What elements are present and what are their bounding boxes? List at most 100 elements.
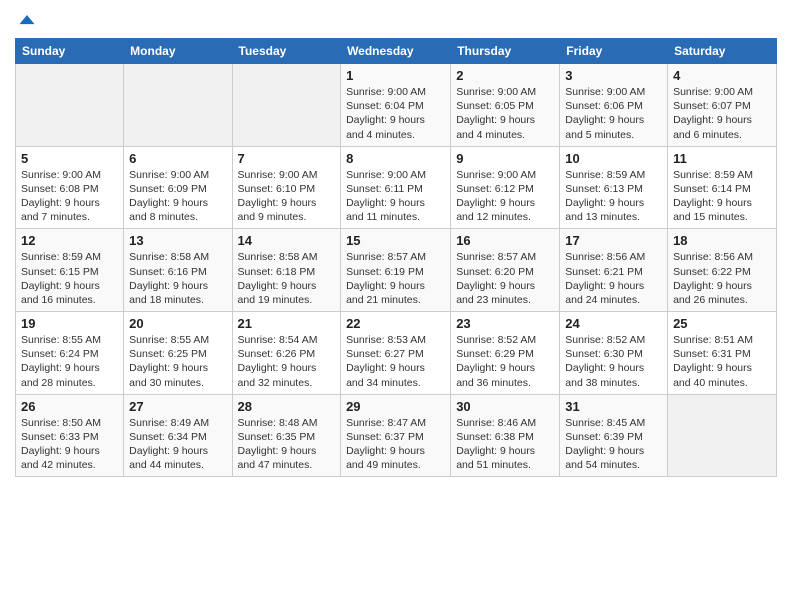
day-number: 28 [238,399,336,414]
calendar-cell: 4 Sunrise: 9:00 AM Sunset: 6:07 PM Daylig… [668,64,777,147]
calendar-cell: 27 Sunrise: 8:49 AM Sunset: 6:34 PM Dayli… [124,394,232,477]
day-number: 14 [238,233,336,248]
day-info: Sunrise: 8:45 AM Sunset: 6:39 PM Dayligh… [565,416,662,473]
calendar-cell [232,64,341,147]
day-info: Sunrise: 9:00 AM Sunset: 6:04 PM Dayligh… [346,85,445,142]
day-info: Sunrise: 8:58 AM Sunset: 6:16 PM Dayligh… [129,250,226,307]
day-number: 19 [21,316,118,331]
day-info: Sunrise: 8:55 AM Sunset: 6:24 PM Dayligh… [21,333,118,390]
day-info: Sunrise: 8:57 AM Sunset: 6:19 PM Dayligh… [346,250,445,307]
calendar-cell: 25 Sunrise: 8:51 AM Sunset: 6:31 PM Dayli… [668,312,777,395]
calendar-cell: 21Sunrise: 8:54 AM Sunset: 6:26 PM Dayli… [232,312,341,395]
page-container: SundayMondayTuesdayWednesdayThursdayFrid… [0,0,792,487]
calendar-cell: 23 Sunrise: 8:52 AM Sunset: 6:29 PM Dayli… [451,312,560,395]
day-number: 12 [21,233,118,248]
day-number: 23 [456,316,554,331]
calendar-cell: 9 Sunrise: 9:00 AM Sunset: 6:12 PM Daylig… [451,146,560,229]
calendar-table: SundayMondayTuesdayWednesdayThursdayFrid… [15,38,777,477]
week-row-3: 12 Sunrise: 8:59 AM Sunset: 6:15 PM Dayli… [16,229,777,312]
day-number: 16 [456,233,554,248]
weekday-header-row: SundayMondayTuesdayWednesdayThursdayFrid… [16,39,777,64]
weekday-header-monday: Monday [124,39,232,64]
calendar-cell: 2 Sunrise: 9:00 AM Sunset: 6:05 PM Daylig… [451,64,560,147]
day-number: 29 [346,399,445,414]
day-info: Sunrise: 8:59 AM Sunset: 6:13 PM Dayligh… [565,168,662,225]
calendar-cell: 5 Sunrise: 9:00 AM Sunset: 6:08 PM Daylig… [16,146,124,229]
day-info: Sunrise: 8:59 AM Sunset: 6:14 PM Dayligh… [673,168,771,225]
calendar-cell: 20 Sunrise: 8:55 AM Sunset: 6:25 PM Dayli… [124,312,232,395]
calendar-cell: 19 Sunrise: 8:55 AM Sunset: 6:24 PM Dayli… [16,312,124,395]
day-number: 13 [129,233,226,248]
day-number: 4 [673,68,771,83]
calendar-cell: 14Sunrise: 8:58 AM Sunset: 6:18 PM Dayli… [232,229,341,312]
day-number: 7 [238,151,336,166]
weekday-header-friday: Friday [560,39,668,64]
day-info: Sunrise: 8:51 AM Sunset: 6:31 PM Dayligh… [673,333,771,390]
day-info: Sunrise: 8:49 AM Sunset: 6:34 PM Dayligh… [129,416,226,473]
day-number: 26 [21,399,118,414]
day-number: 8 [346,151,445,166]
calendar-cell: 10 Sunrise: 8:59 AM Sunset: 6:13 PM Dayli… [560,146,668,229]
day-number: 17 [565,233,662,248]
calendar-cell: 3Sunrise: 9:00 AM Sunset: 6:06 PM Daylig… [560,64,668,147]
day-info: Sunrise: 9:00 AM Sunset: 6:10 PM Dayligh… [238,168,336,225]
day-number: 25 [673,316,771,331]
calendar-cell: 8 Sunrise: 9:00 AM Sunset: 6:11 PM Daylig… [341,146,451,229]
logo-icon [17,10,37,30]
calendar-cell: 6 Sunrise: 9:00 AM Sunset: 6:09 PM Daylig… [124,146,232,229]
day-number: 20 [129,316,226,331]
weekday-header-wednesday: Wednesday [341,39,451,64]
calendar-cell: 1 Sunrise: 9:00 AM Sunset: 6:04 PM Daylig… [341,64,451,147]
day-info: Sunrise: 9:00 AM Sunset: 6:08 PM Dayligh… [21,168,118,225]
day-info: Sunrise: 8:47 AM Sunset: 6:37 PM Dayligh… [346,416,445,473]
day-number: 30 [456,399,554,414]
day-info: Sunrise: 9:00 AM Sunset: 6:06 PM Dayligh… [565,85,662,142]
day-number: 9 [456,151,554,166]
day-info: Sunrise: 8:59 AM Sunset: 6:15 PM Dayligh… [21,250,118,307]
calendar-cell: 13 Sunrise: 8:58 AM Sunset: 6:16 PM Dayli… [124,229,232,312]
day-number: 2 [456,68,554,83]
calendar-cell: 28 Sunrise: 8:48 AM Sunset: 6:35 PM Dayli… [232,394,341,477]
week-row-4: 19 Sunrise: 8:55 AM Sunset: 6:24 PM Dayli… [16,312,777,395]
day-number: 18 [673,233,771,248]
day-number: 21 [238,316,336,331]
day-info: Sunrise: 8:57 AM Sunset: 6:20 PM Dayligh… [456,250,554,307]
calendar-cell [16,64,124,147]
weekday-header-tuesday: Tuesday [232,39,341,64]
day-number: 10 [565,151,662,166]
day-number: 1 [346,68,445,83]
day-info: Sunrise: 8:56 AM Sunset: 6:22 PM Dayligh… [673,250,771,307]
day-info: Sunrise: 9:00 AM Sunset: 6:11 PM Dayligh… [346,168,445,225]
day-info: Sunrise: 9:00 AM Sunset: 6:07 PM Dayligh… [673,85,771,142]
calendar-cell [124,64,232,147]
calendar-cell: 16 Sunrise: 8:57 AM Sunset: 6:20 PM Dayli… [451,229,560,312]
day-number: 5 [21,151,118,166]
day-info: Sunrise: 8:46 AM Sunset: 6:38 PM Dayligh… [456,416,554,473]
day-info: Sunrise: 9:00 AM Sunset: 6:05 PM Dayligh… [456,85,554,142]
day-number: 11 [673,151,771,166]
weekday-header-thursday: Thursday [451,39,560,64]
calendar-cell: 30 Sunrise: 8:46 AM Sunset: 6:38 PM Dayli… [451,394,560,477]
day-info: Sunrise: 8:55 AM Sunset: 6:25 PM Dayligh… [129,333,226,390]
calendar-cell: 17 Sunrise: 8:56 AM Sunset: 6:21 PM Dayli… [560,229,668,312]
day-info: Sunrise: 8:56 AM Sunset: 6:21 PM Dayligh… [565,250,662,307]
day-info: Sunrise: 8:48 AM Sunset: 6:35 PM Dayligh… [238,416,336,473]
calendar-cell: 31 Sunrise: 8:45 AM Sunset: 6:39 PM Dayli… [560,394,668,477]
day-number: 15 [346,233,445,248]
calendar-cell: 29 Sunrise: 8:47 AM Sunset: 6:37 PM Dayli… [341,394,451,477]
week-row-1: 1 Sunrise: 9:00 AM Sunset: 6:04 PM Daylig… [16,64,777,147]
logo [15,10,37,30]
day-info: Sunrise: 9:00 AM Sunset: 6:12 PM Dayligh… [456,168,554,225]
calendar-cell: 24Sunrise: 8:52 AM Sunset: 6:30 PM Dayli… [560,312,668,395]
day-info: Sunrise: 8:53 AM Sunset: 6:27 PM Dayligh… [346,333,445,390]
calendar-cell: 18 Sunrise: 8:56 AM Sunset: 6:22 PM Dayli… [668,229,777,312]
day-info: Sunrise: 9:00 AM Sunset: 6:09 PM Dayligh… [129,168,226,225]
weekday-header-saturday: Saturday [668,39,777,64]
day-info: Sunrise: 8:52 AM Sunset: 6:29 PM Dayligh… [456,333,554,390]
day-number: 6 [129,151,226,166]
day-info: Sunrise: 8:50 AM Sunset: 6:33 PM Dayligh… [21,416,118,473]
day-number: 27 [129,399,226,414]
day-number: 24 [565,316,662,331]
calendar-cell: 15 Sunrise: 8:57 AM Sunset: 6:19 PM Dayli… [341,229,451,312]
day-number: 31 [565,399,662,414]
